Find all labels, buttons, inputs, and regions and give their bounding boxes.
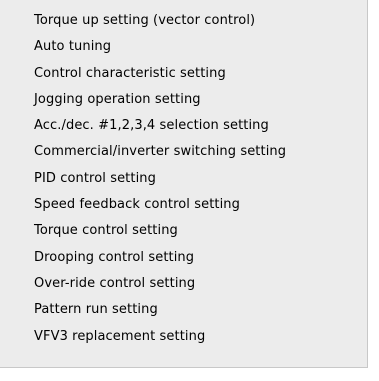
menu-item-vfv3-replacement[interactable]: VFV3 replacement setting xyxy=(0,324,367,350)
menu-item-commercial-inverter-switching[interactable]: Commercial/inverter switching setting xyxy=(0,139,367,165)
menu-item-override-control[interactable]: Over-ride control setting xyxy=(0,271,367,297)
menu-item-torque-up[interactable]: Torque up setting (vector control) xyxy=(0,8,367,34)
menu-item-auto-tuning[interactable]: Auto tuning xyxy=(0,34,367,60)
menu-item-pid-control[interactable]: PID control setting xyxy=(0,166,367,192)
menu-item-pattern-run[interactable]: Pattern run setting xyxy=(0,297,367,323)
menu-item-drooping-control[interactable]: Drooping control setting xyxy=(0,245,367,271)
menu-item-torque-control[interactable]: Torque control setting xyxy=(0,218,367,244)
context-menu: Torque up setting (vector control) Auto … xyxy=(0,0,368,368)
menu-item-control-characteristic[interactable]: Control characteristic setting xyxy=(0,61,367,87)
menu-item-speed-feedback-control[interactable]: Speed feedback control setting xyxy=(0,192,367,218)
menu-item-acc-dec-selection[interactable]: Acc./dec. #1,2,3,4 selection setting xyxy=(0,113,367,139)
menu-item-jogging-operation[interactable]: Jogging operation setting xyxy=(0,87,367,113)
